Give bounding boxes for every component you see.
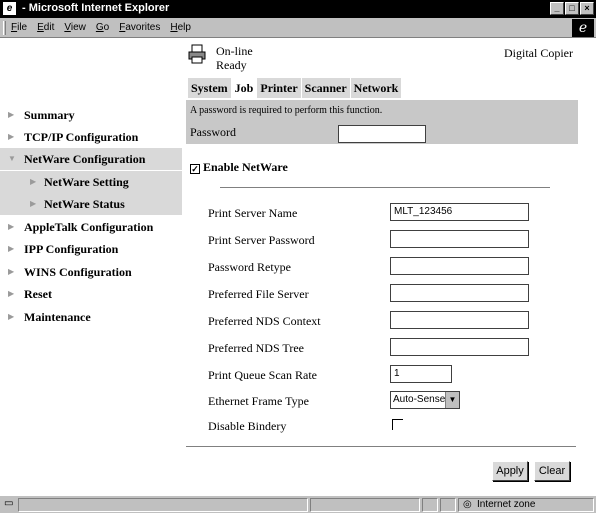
sidebar-item-label: Reset xyxy=(24,287,52,301)
sidebar-item-ipp[interactable]: ▶ IPP Configuration xyxy=(0,238,182,260)
tab-system[interactable]: System xyxy=(188,78,232,98)
sidebar-item-maintenance[interactable]: ▶ Maintenance xyxy=(0,306,182,328)
arrow-right-icon: ▶ xyxy=(8,289,15,298)
sidebar-item-label: NetWare Configuration xyxy=(24,152,146,166)
sidebar-item-netware-status[interactable]: ▶ NetWare Status xyxy=(0,193,182,215)
sidebar-item-label: TCP/IP Configuration xyxy=(24,130,139,144)
device-status: On-line xyxy=(216,44,253,58)
sidebar-item-label: WINS Configuration xyxy=(24,265,132,279)
status-cell xyxy=(440,498,456,512)
apply-button[interactable]: Apply xyxy=(492,461,528,481)
preferred-nds-tree-label: Preferred NDS Tree xyxy=(208,341,304,355)
zone-label: Internet zone xyxy=(477,499,536,510)
arrow-right-icon: ▶ xyxy=(8,110,15,119)
sidebar-item-label: NetWare Setting xyxy=(44,175,129,189)
toolbar-grip[interactable] xyxy=(3,21,6,35)
preferred-nds-tree-input[interactable] xyxy=(390,338,529,356)
print-server-password-label: Print Server Password xyxy=(208,233,315,247)
checkbox-checked-icon: ✓ xyxy=(190,164,200,174)
password-retype-label: Password Retype xyxy=(208,260,291,274)
arrow-down-icon: ▼ xyxy=(8,154,16,163)
tab-network[interactable]: Network xyxy=(350,78,403,98)
divider xyxy=(220,187,550,188)
preferred-file-server-input[interactable] xyxy=(390,284,529,302)
tab-job[interactable]: Job xyxy=(231,78,258,98)
password-label: Password xyxy=(190,125,237,139)
arrow-right-icon: ▶ xyxy=(8,222,15,231)
sidebar-item-tcpip[interactable]: ▶ TCP/IP Configuration xyxy=(0,126,182,148)
sidebar-item-label: AppleTalk Configuration xyxy=(24,220,154,234)
preferred-file-server-label: Preferred File Server xyxy=(208,287,309,301)
menu-edit[interactable]: Edit xyxy=(37,22,54,33)
arrow-right-icon: ▶ xyxy=(30,177,37,186)
zone-cell: ◎ Internet zone xyxy=(458,498,594,512)
status-text-cell xyxy=(18,498,308,512)
password-retype-input[interactable] xyxy=(390,257,529,275)
arrow-right-icon: ▶ xyxy=(8,244,15,253)
menu-bar: File Edit View Go Favorites Help e xyxy=(0,18,596,38)
device-substatus: Ready xyxy=(216,58,247,72)
sidebar-item-netware-setting[interactable]: ▶ NetWare Setting xyxy=(0,171,182,193)
status-bar: ▭ ◎ Internet zone xyxy=(0,495,596,513)
sidebar-item-label: NetWare Status xyxy=(44,197,125,211)
device-name: Digital Copier xyxy=(504,46,573,60)
print-queue-scan-rate-input[interactable]: 1 xyxy=(390,365,452,383)
arrow-right-icon: ▶ xyxy=(8,132,15,141)
status-progress-cell xyxy=(310,498,420,512)
arrow-right-icon: ▶ xyxy=(8,267,15,276)
menu-file[interactable]: File xyxy=(11,22,27,33)
tab-scanner[interactable]: Scanner xyxy=(301,78,351,98)
dropdown-arrow-icon: ▼ xyxy=(445,392,459,408)
print-server-password-input[interactable] xyxy=(390,230,529,248)
sidebar-item-netware-configuration[interactable]: ▼ NetWare Configuration xyxy=(0,148,182,170)
printer-icon xyxy=(188,44,206,64)
print-server-name-input[interactable]: MLT_123456 xyxy=(390,203,529,221)
enable-netware-label: Enable NetWare xyxy=(203,160,288,174)
arrow-right-icon: ▶ xyxy=(30,199,37,208)
divider xyxy=(186,446,576,447)
tab-bar: System Job Printer Scanner Network xyxy=(188,78,403,98)
sidebar-nav: ▶ Summary ▶ TCP/IP Configuration ▼ NetWa… xyxy=(0,38,182,495)
enable-netware-checkbox[interactable]: ✓ Enable NetWare xyxy=(190,160,288,175)
menu-help[interactable]: Help xyxy=(170,22,191,33)
ethernet-frame-type-label: Ethernet Frame Type xyxy=(208,394,309,408)
disable-bindery-checkbox[interactable] xyxy=(392,419,403,430)
minimize-button[interactable]: _ xyxy=(550,2,564,15)
password-message: A password is required to perform this f… xyxy=(190,105,383,116)
menu-view[interactable]: View xyxy=(64,22,86,33)
main-panel: On-line Ready Digital Copier System Job … xyxy=(182,38,596,495)
close-button[interactable]: × xyxy=(580,2,594,15)
window-controls: _ □ × xyxy=(550,2,594,15)
password-input[interactable] xyxy=(338,125,426,143)
status-cell xyxy=(422,498,438,512)
sidebar-item-appletalk[interactable]: ▶ AppleTalk Configuration xyxy=(0,216,182,238)
disable-bindery-label: Disable Bindery xyxy=(208,419,287,433)
ethernet-frame-type-select[interactable]: Auto-Sense ▼ xyxy=(390,391,460,409)
preferred-nds-context-input[interactable] xyxy=(390,311,529,329)
sidebar-item-label: Summary xyxy=(24,108,75,122)
sidebar-item-reset[interactable]: ▶ Reset xyxy=(0,283,182,305)
clear-button[interactable]: Clear xyxy=(534,461,570,481)
window-title: - Microsoft Internet Explorer xyxy=(22,2,170,14)
menu-go[interactable]: Go xyxy=(96,22,109,33)
menu-favorites[interactable]: Favorites xyxy=(119,22,160,33)
sidebar-item-label: IPP Configuration xyxy=(24,242,119,256)
arrow-right-icon: ▶ xyxy=(8,312,15,321)
print-server-name-label: Print Server Name xyxy=(208,206,298,220)
ie-logo-icon: e xyxy=(3,2,16,15)
globe-icon: ◎ xyxy=(463,499,472,510)
sidebar-item-summary[interactable]: ▶ Summary xyxy=(0,104,182,126)
preferred-nds-context-label: Preferred NDS Context xyxy=(208,314,321,328)
ie-throbber-icon: e xyxy=(572,19,594,37)
sidebar-item-wins[interactable]: ▶ WINS Configuration xyxy=(0,261,182,283)
page-icon: ▭ xyxy=(4,498,14,509)
sidebar-item-label: Maintenance xyxy=(24,310,91,324)
maximize-button[interactable]: □ xyxy=(565,2,579,15)
tab-printer[interactable]: Printer xyxy=(257,78,302,98)
title-bar: e - Microsoft Internet Explorer _ □ × xyxy=(0,0,596,18)
ethernet-frame-type-value: Auto-Sense xyxy=(393,394,446,405)
print-queue-scan-rate-label: Print Queue Scan Rate xyxy=(208,368,317,382)
password-panel: A password is required to perform this f… xyxy=(186,100,578,144)
